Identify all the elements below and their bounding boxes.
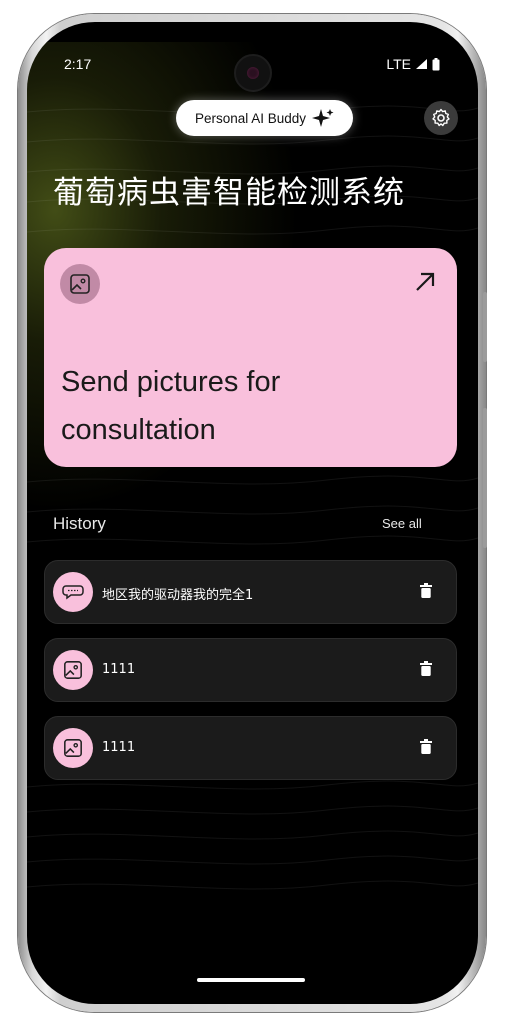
trash-icon[interactable] (420, 661, 432, 676)
app-screen: 2:17 LTE Personal AI Buddy 葡萄病虫害智能检测系统 S… (27, 22, 478, 1004)
hero-icon-container (60, 264, 100, 304)
power-button (483, 408, 487, 548)
history-item-label: 地区我的驱动器我的完全1 (102, 588, 254, 603)
see-all-link[interactable]: See all (382, 516, 422, 531)
sparkle-icon (312, 109, 334, 127)
send-pictures-card[interactable]: Send pictures for consultation (44, 248, 457, 467)
network-type: LTE (386, 56, 411, 72)
volume-button (483, 292, 487, 362)
history-item-label: 1111 (102, 740, 136, 755)
history-item-label: 1111 (102, 662, 136, 677)
history-item-avatar (53, 572, 93, 612)
signal-icon (416, 59, 427, 69)
arrow-up-right-icon[interactable] (413, 270, 437, 294)
history-item-avatar (53, 650, 93, 690)
trash-icon[interactable] (420, 583, 432, 598)
gear-icon (432, 108, 450, 127)
history-title: History (53, 514, 106, 533)
image-icon (70, 274, 90, 294)
status-indicators: LTE (386, 56, 440, 72)
front-camera (234, 54, 272, 92)
history-item[interactable]: 1111 (44, 716, 457, 780)
history-item-avatar (53, 728, 93, 768)
send-pictures-label: Send pictures for consultation (61, 366, 281, 446)
trash-icon[interactable] (420, 739, 432, 754)
battery-icon (432, 57, 440, 70)
image-icon (64, 661, 82, 679)
personal-ai-buddy-button[interactable]: Personal AI Buddy (176, 100, 353, 136)
settings-button[interactable] (424, 101, 458, 135)
page-title: 葡萄病虫害智能检测系统 (53, 175, 405, 211)
status-time: 2:17 (64, 56, 92, 72)
chat-bubble-icon (62, 585, 84, 600)
home-indicator[interactable] (197, 978, 305, 982)
history-item[interactable]: 1111 (44, 638, 457, 702)
history-list: 地区我的驱动器我的完全1 1111 1111 (44, 560, 457, 794)
ai-buddy-label: Personal AI Buddy (194, 110, 307, 126)
image-icon (64, 739, 82, 757)
history-item[interactable]: 地区我的驱动器我的完全1 (44, 560, 457, 624)
